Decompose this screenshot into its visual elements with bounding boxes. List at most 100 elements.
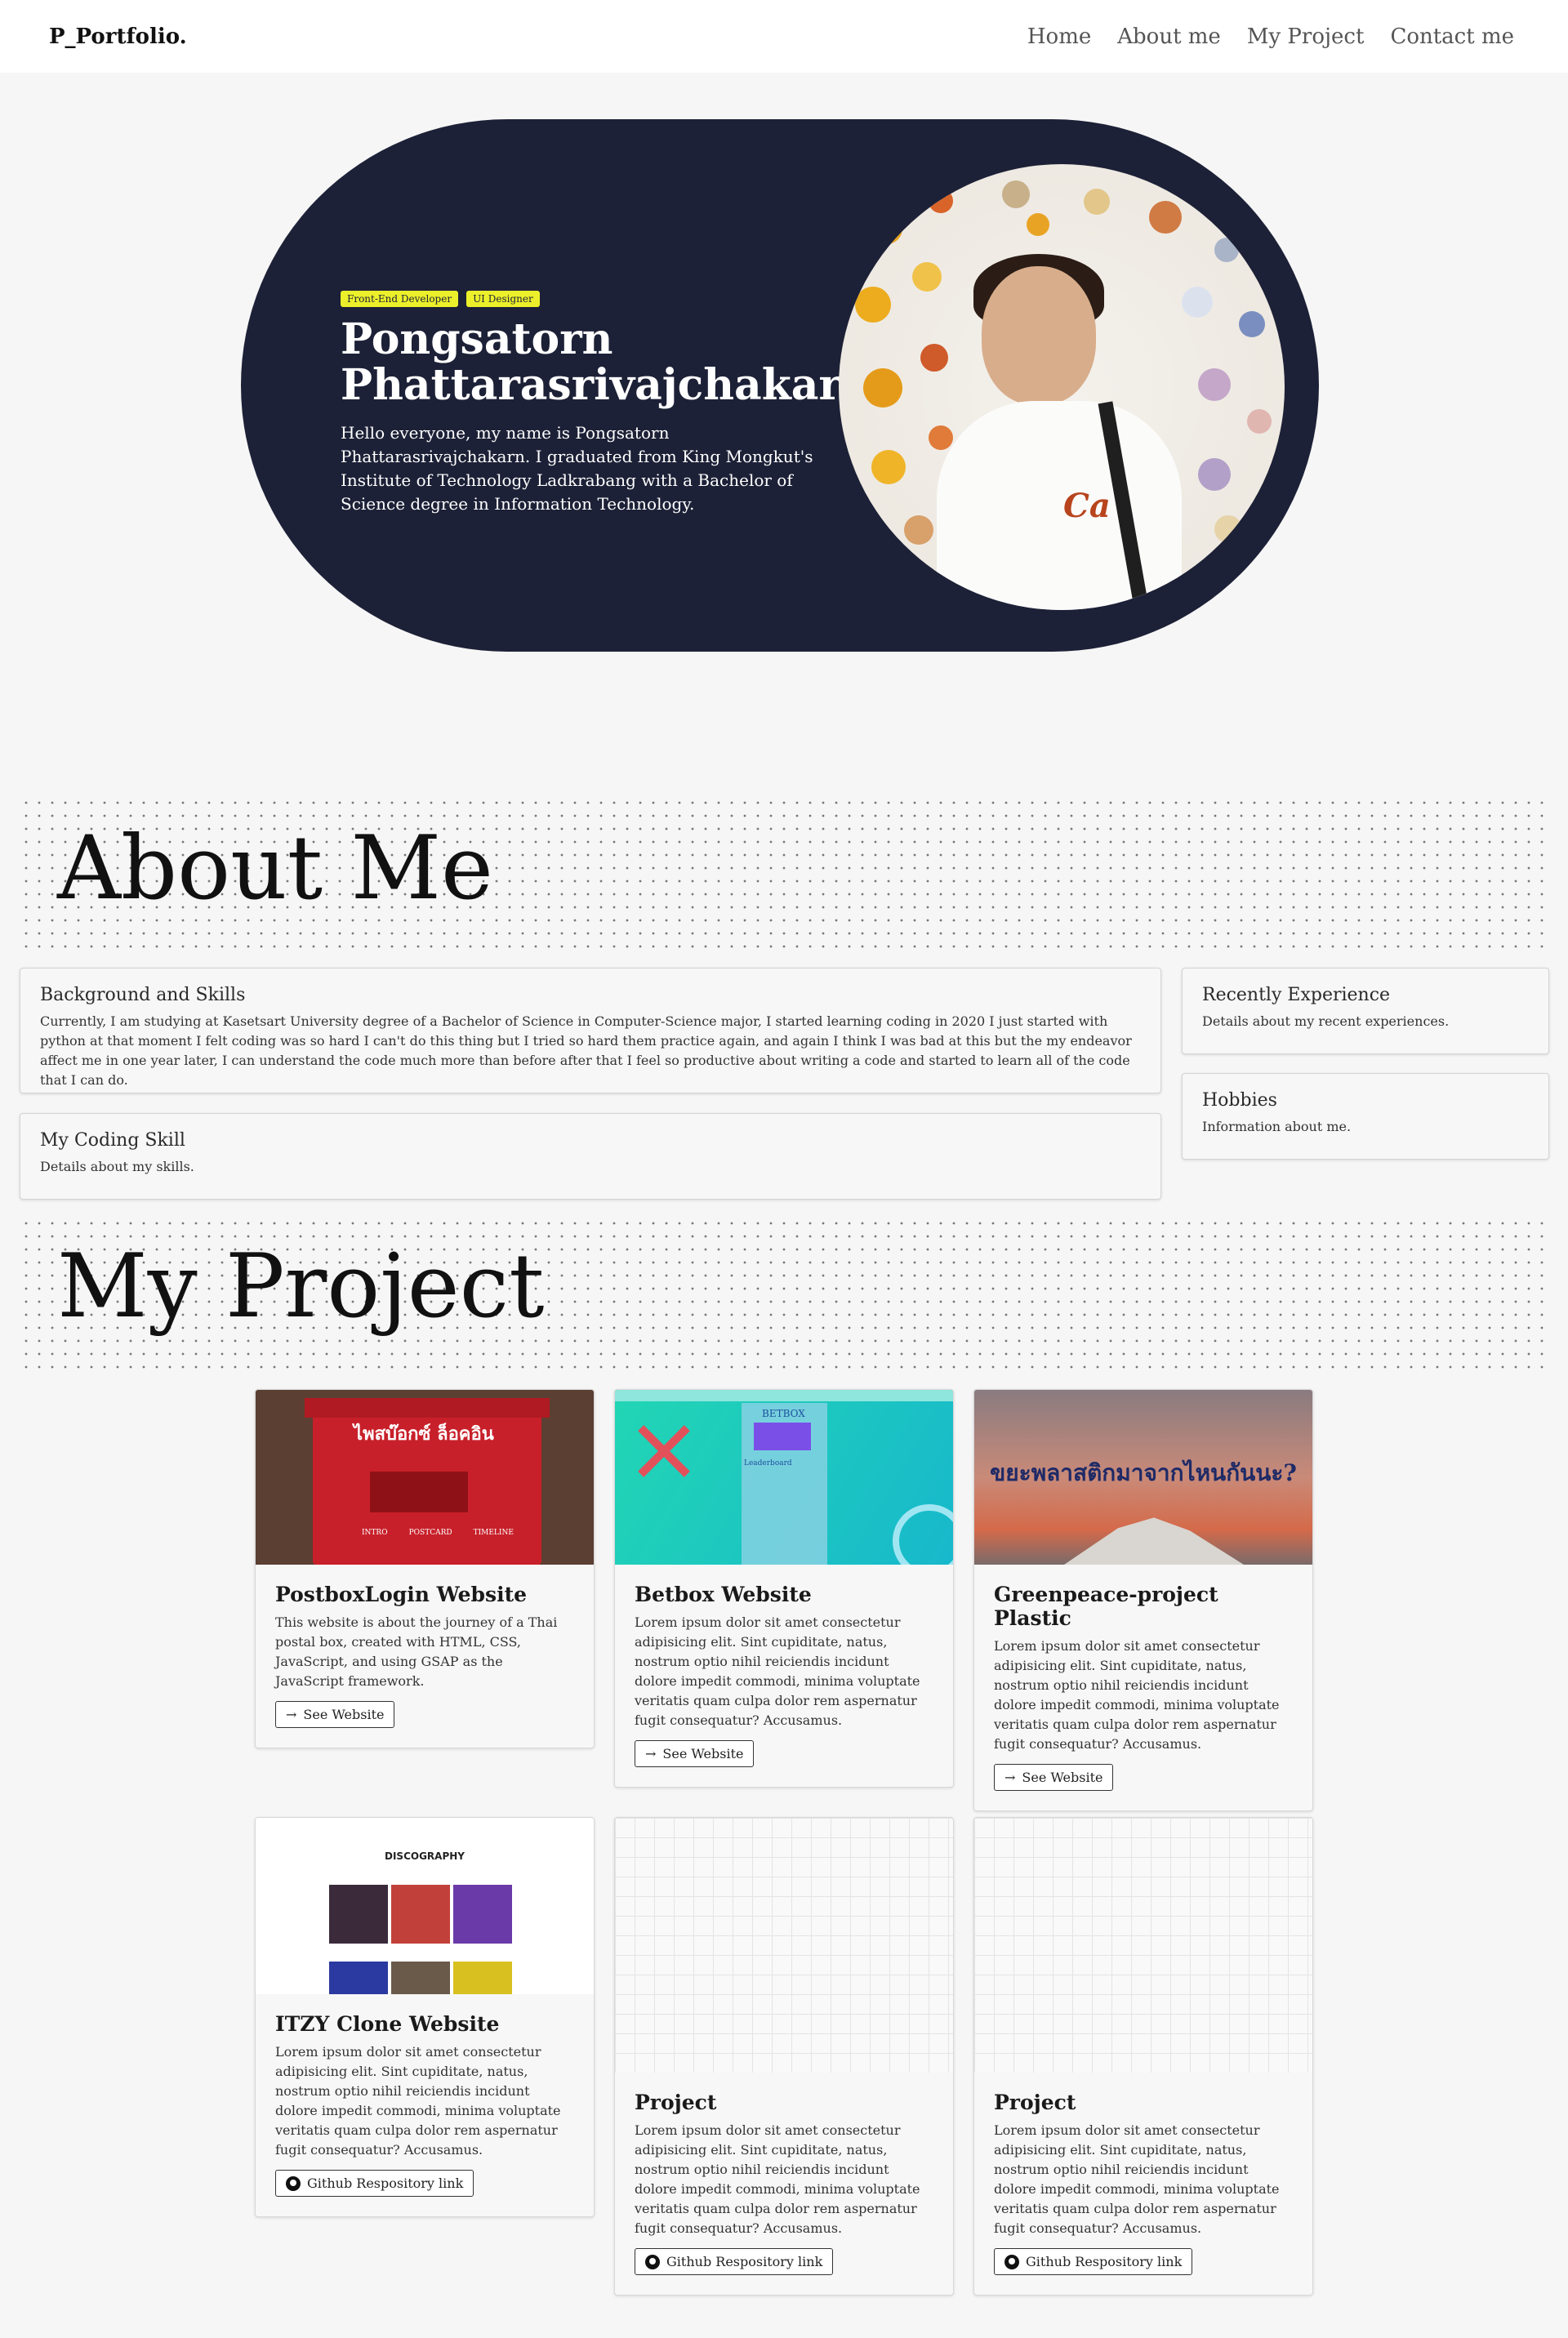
project-title: Greenpeace-project Plastic [994,1583,1218,1630]
hero-banner: Front-End Developer UI Designer Pongsato… [241,119,1319,652]
hero-text: Front-End Developer UI Designer Pongsato… [341,291,872,516]
brand-logo[interactable]: P_Portfolio. [49,24,187,49]
shirt-logo: Ca [1063,487,1111,525]
nav-link-contact[interactable]: Contact me [1390,24,1514,49]
card-background-skills: Background and Skills Currently, I am st… [20,968,1161,1093]
see-website-button[interactable]: → See Website [994,1764,1114,1791]
card-text: Details about my skills. [40,1159,194,1174]
project-thumbnail[interactable] [974,1818,1312,2073]
album-cover [391,1885,450,1944]
thumb-link: INTRO [362,1529,388,1537]
thumb-topbar [615,1390,953,1401]
project-text: This website is about the journey of a T… [275,1614,558,1689]
github-icon [1004,2254,1019,2269]
project-body: ITZY Clone Website Lorem ipsum dolor sit… [256,1994,594,2216]
project-card-postbox: ไพสบ๊อกซ์ ล็อคอิน INTRO POSTCARD TIMELIN… [255,1389,595,1748]
project-title: ITZY Clone Website [275,2012,500,2036]
card-coding-skill: My Coding Skill Details about my skills. [20,1113,1161,1200]
top-navbar: P_Portfolio. Home About me My Project Co… [0,0,1568,73]
button-label: Github Respository link [1026,2254,1183,2269]
hero-description: Hello everyone, my name is Pongsatorn Ph… [341,423,813,514]
hero-name: Pongsatorn Phattarasrivajchakarn [341,314,872,410]
thumb-title: ขยะพลาสติกมาจากไหนกันนะ? [990,1459,1297,1486]
nav-link-about[interactable]: About me [1117,24,1221,49]
thumb-link: TIMELINE [473,1529,514,1537]
album-cover [329,1885,388,1944]
button-label: Github Respository link [666,2254,823,2269]
project-card-betbox: BETBOX Leaderboard Betbox Website Lorem … [614,1389,954,1788]
project-title: Project [635,2091,717,2114]
project-title: Betbox Website [635,1583,812,1606]
project-text: Lorem ipsum dolor sit amet consectetur a… [275,2044,561,2158]
card-recent-experience: Recently Experience Details about my rec… [1182,968,1549,1054]
project-title: PostboxLogin Website [275,1583,528,1606]
thumb-title: BETBOX [762,1408,805,1419]
person-shirt [937,401,1182,610]
card-hobbies: Hobbies Information about me. [1182,1073,1549,1160]
github-link-button[interactable]: Github Respository link [275,2170,474,2197]
card-title: Background and Skills [40,985,246,1005]
thumb-sub: Leaderboard [744,1459,792,1467]
thumb-link: POSTCARD [408,1529,452,1537]
card-text: Currently, I am studying at Kasetsart Un… [40,1013,1132,1088]
project-text: Lorem ipsum dolor sit amet consectetur a… [635,1614,920,1728]
nav-link-project[interactable]: My Project [1247,24,1365,49]
hero-name-first: Pongsatorn [341,314,613,364]
tag-ui-designer: UI Designer [466,291,540,307]
about-title: About Me [57,817,493,920]
github-link-button[interactable]: Github Respository link [635,2248,834,2275]
postbox-roof [305,1398,550,1418]
project-body: Greenpeace-project Plastic Lorem ipsum d… [974,1565,1312,1810]
hero-name-last: Phattarasrivajchakarn [341,360,872,410]
nav-link-home[interactable]: Home [1027,24,1091,49]
card-text: Details about my recent experiences. [1202,1013,1450,1029]
project-thumbnail[interactable] [615,1818,953,2073]
project-thumbnail[interactable]: ขยะพลาสติกมาจากไหนกันนะ? [974,1390,1312,1565]
see-website-button[interactable]: → See Website [635,1740,755,1767]
project-body: Project Lorem ipsum dolor sit amet conse… [615,2073,953,2295]
project-title: Project [994,2091,1076,2114]
project-thumbnail[interactable]: DISCOGRAPHY [256,1818,594,1994]
tag-frontend: Front-End Developer [341,291,459,307]
project-text: Lorem ipsum dolor sit amet consectetur a… [635,2122,920,2236]
see-website-button[interactable]: → See Website [275,1701,395,1728]
project-card-greenpeace: ขยะพลาสติกมาจากไหนกันนะ? Greenpeace-proj… [973,1389,1313,1811]
thumb-title: DISCOGRAPHY [385,1850,465,1862]
project-thumbnail[interactable]: BETBOX Leaderboard [615,1390,953,1565]
project-card-placeholder-2: Project Lorem ipsum dolor sit amet conse… [973,1817,1313,2296]
project-body: Betbox Website Lorem ipsum dolor sit ame… [615,1565,953,1787]
thumb-buttons [754,1423,811,1450]
button-label: See Website [662,1746,744,1761]
nav-links: Home About me My Project Contact me [1027,24,1514,49]
album-cover [391,1962,450,1994]
project-body: Project Lorem ipsum dolor sit amet conse… [974,2073,1312,2295]
role-tags: Front-End Developer UI Designer [341,291,839,307]
button-label: Github Respository link [307,2175,464,2191]
arrow-right-icon: → [645,1746,657,1761]
github-icon [645,2254,660,2269]
project-thumbnail[interactable]: ไพสบ๊อกซ์ ล็อคอิน INTRO POSTCARD TIMELIN… [256,1390,594,1565]
postbox-slot [370,1472,468,1512]
album-cover [453,1885,512,1944]
album-cover [453,1962,512,1994]
github-icon [286,2175,301,2191]
person-head [982,266,1096,405]
project-card-itzy: DISCOGRAPHY ITZY Clone Website Lorem ips… [255,1817,595,2217]
card-title: Recently Experience [1202,985,1391,1005]
profile-photo: Ca [839,164,1285,610]
project-text: Lorem ipsum dolor sit amet consectetur a… [994,2122,1280,2236]
album-cover [329,1962,388,1994]
thumb-ring [893,1504,953,1565]
card-text: Information about me. [1202,1119,1352,1134]
button-label: See Website [303,1707,385,1722]
project-text: Lorem ipsum dolor sit amet consectetur a… [994,1638,1280,1752]
card-title: My Coding Skill [40,1130,185,1151]
thumb-title: ไพสบ๊อกซ์ ล็อคอิน [354,1423,494,1445]
project-title: My Project [57,1236,545,1338]
project-card-placeholder-1: Project Lorem ipsum dolor sit amet conse… [614,1817,954,2296]
card-title: Hobbies [1202,1090,1277,1111]
thumb-mountain [1064,1517,1244,1565]
button-label: See Website [1022,1770,1103,1785]
thumb-links: INTRO POSTCARD TIMELINE [362,1529,514,1537]
github-link-button[interactable]: Github Respository link [994,2248,1193,2275]
